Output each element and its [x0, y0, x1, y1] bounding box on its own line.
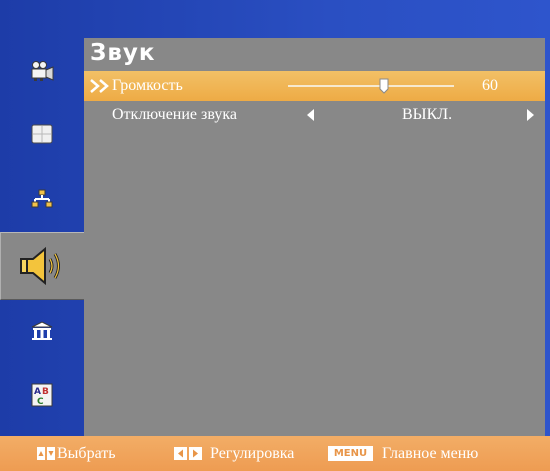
left-right-keys-icon [174, 447, 202, 460]
menu-key-badge: MENU [328, 446, 373, 461]
mute-value: ВЫКЛ. [402, 106, 453, 123]
volume-value: 60 [482, 77, 498, 94]
up-down-keys-icon [37, 447, 55, 460]
page-title: Звук [90, 40, 156, 66]
adjust-hint: Регулировка [210, 445, 295, 462]
picture-icon [31, 124, 53, 144]
sidebar-item-network[interactable] [0, 168, 84, 230]
mute-row[interactable]: Отключение звука ВЫКЛ. [84, 100, 545, 130]
sidebar-item-setup[interactable] [0, 300, 84, 362]
sidebar-item-camera[interactable] [0, 40, 84, 102]
volume-slider-track[interactable] [288, 85, 454, 87]
speaker-icon [20, 246, 60, 286]
select-hint: Выбрать [57, 445, 116, 462]
main-menu-hint: Главное меню [382, 445, 479, 462]
sidebar-item-language[interactable]: A B C [0, 364, 84, 426]
selection-arrow-icon [90, 79, 109, 93]
camera-icon [31, 61, 54, 81]
svg-text:C: C [37, 397, 44, 407]
language-icon: A B C [31, 383, 53, 407]
building-icon [31, 321, 53, 340]
volume-label: Громкость [112, 77, 183, 94]
mute-right-arrow-icon[interactable] [527, 109, 534, 121]
hint-bar: Выбрать Регулировка MENU Главное меню [0, 436, 550, 471]
sidebar-item-sound[interactable] [0, 232, 85, 300]
mute-left-arrow-icon[interactable] [307, 109, 314, 121]
svg-text:B: B [42, 387, 49, 397]
volume-slider-thumb[interactable] [379, 78, 389, 94]
sidebar: A B C [0, 0, 85, 436]
sidebar-item-picture[interactable] [0, 103, 84, 165]
svg-text:A: A [34, 387, 41, 397]
volume-row[interactable]: Громкость 60 [84, 71, 545, 101]
network-icon [31, 189, 53, 208]
mute-label: Отключение звука [112, 106, 237, 123]
